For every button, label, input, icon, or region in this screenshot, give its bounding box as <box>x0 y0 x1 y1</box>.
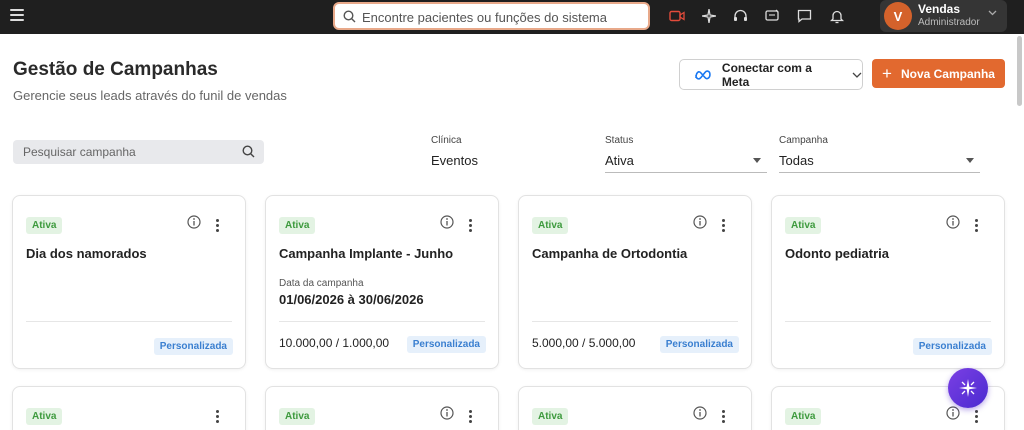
campaign-card[interactable]: Ativa Campanha de Ortodontia 5.000,00 / … <box>518 195 752 369</box>
campaign-card[interactable]: Ativa <box>265 386 499 430</box>
user-menu[interactable]: V Vendas Administrador <box>880 0 1007 32</box>
top-icon-group <box>664 5 849 27</box>
info-icon[interactable] <box>946 406 960 420</box>
more-options-icon[interactable] <box>722 410 726 423</box>
hamburger-menu-icon[interactable] <box>10 9 24 21</box>
new-campaign-button[interactable]: + Nova Campanha <box>872 59 1005 88</box>
search-icon <box>242 145 255 158</box>
headset-icon[interactable] <box>728 5 753 27</box>
bell-icon[interactable] <box>824 5 849 27</box>
chat-icon[interactable] <box>792 5 817 27</box>
card-title: Campanha Implante - Junho <box>279 246 454 261</box>
card-date: 01/06/2026 à 30/06/2026 <box>279 292 424 307</box>
page-subtitle: Gerencie seus leads através do funil de … <box>13 88 287 103</box>
status-badge: Ativa <box>26 217 63 234</box>
global-search-input[interactable] <box>362 7 642 27</box>
info-icon[interactable] <box>440 406 454 420</box>
dropdown-caret-icon <box>966 158 974 163</box>
campaign-filter-label: Campanha <box>779 135 828 146</box>
card-divider <box>26 321 232 322</box>
status-filter-value: Ativa <box>605 153 634 168</box>
status-badge: Ativa <box>532 408 569 425</box>
video-icon[interactable] <box>664 5 689 27</box>
type-badge: Personalizada <box>406 336 486 353</box>
campaign-card[interactable]: Ativa <box>12 386 246 430</box>
connect-meta-button[interactable]: Conectar com a Meta <box>679 59 863 90</box>
campaign-card[interactable]: Ativa Dia dos namorados Personalizada <box>12 195 246 369</box>
dropdown-caret-icon <box>753 158 761 163</box>
status-filter-label: Status <box>605 135 634 146</box>
campaign-card[interactable]: Ativa Campanha Implante - Junho Data da … <box>265 195 499 369</box>
card-title: Dia dos namorados <box>26 246 147 261</box>
campaign-card[interactable]: Ativa Odonto pediatria Personalizada <box>771 195 1005 369</box>
assistant-fab-button[interactable] <box>948 368 988 408</box>
chevron-down-icon <box>988 10 997 16</box>
user-name: Vendas <box>918 2 961 16</box>
info-icon[interactable] <box>946 215 960 229</box>
status-badge: Ativa <box>785 408 822 425</box>
status-filter[interactable]: Status Ativa <box>605 135 767 173</box>
page-scrollbar[interactable] <box>1017 36 1022 106</box>
card-date-label: Data da campanha <box>279 278 364 289</box>
card-divider <box>279 321 485 322</box>
more-options-icon[interactable] <box>975 410 979 423</box>
sparkle-icon[interactable] <box>696 5 721 27</box>
search-icon <box>343 10 356 23</box>
status-badge: Ativa <box>785 217 822 234</box>
campaign-card[interactable]: Ativa <box>518 386 752 430</box>
sparkle-icon <box>959 379 977 397</box>
info-icon[interactable] <box>693 406 707 420</box>
type-badge: Personalizada <box>153 338 233 355</box>
campaign-filter-value: Todas <box>779 153 814 168</box>
more-options-icon[interactable] <box>975 219 979 232</box>
status-badge: Ativa <box>26 408 63 425</box>
info-icon[interactable] <box>693 215 707 229</box>
announcement-icon[interactable] <box>760 5 785 27</box>
card-amount: 10.000,00 / 1.000,00 <box>279 336 390 350</box>
campaign-search-input[interactable] <box>23 143 233 161</box>
card-title: Odonto pediatria <box>785 246 889 261</box>
clinic-filter[interactable]: Clínica Eventos <box>431 135 591 173</box>
new-campaign-label: Nova Campanha <box>900 66 995 81</box>
chevron-down-icon <box>852 72 862 78</box>
more-options-icon[interactable] <box>469 410 473 423</box>
card-amount: 5.000,00 / 5.000,00 <box>532 336 636 350</box>
campaign-search[interactable] <box>13 140 264 164</box>
info-icon[interactable] <box>187 215 201 229</box>
status-badge: Ativa <box>279 217 316 234</box>
user-role: Administrador <box>918 17 980 28</box>
card-divider <box>785 321 991 322</box>
top-bar: V Vendas Administrador <box>0 0 1024 34</box>
type-badge: Personalizada <box>912 338 992 355</box>
card-title: Campanha de Ortodontia <box>532 246 688 261</box>
status-badge: Ativa <box>279 408 316 425</box>
more-options-icon[interactable] <box>216 410 220 423</box>
plus-icon: + <box>882 64 892 83</box>
campaign-filter[interactable]: Campanha Todas <box>779 135 980 173</box>
card-divider <box>532 321 738 322</box>
page-title: Gestão de Campanhas <box>13 59 218 80</box>
connect-meta-label: Conectar com a Meta <box>721 60 812 89</box>
clinic-filter-label: Clínica <box>431 135 462 146</box>
info-icon[interactable] <box>440 215 454 229</box>
clinic-filter-value: Eventos <box>431 153 478 168</box>
more-options-icon[interactable] <box>469 219 473 232</box>
avatar: V <box>884 2 912 30</box>
more-options-icon[interactable] <box>722 219 726 232</box>
status-badge: Ativa <box>532 217 569 234</box>
global-search[interactable] <box>333 2 650 30</box>
meta-logo-icon <box>695 70 711 80</box>
more-options-icon[interactable] <box>216 219 220 232</box>
type-badge: Personalizada <box>659 336 739 353</box>
